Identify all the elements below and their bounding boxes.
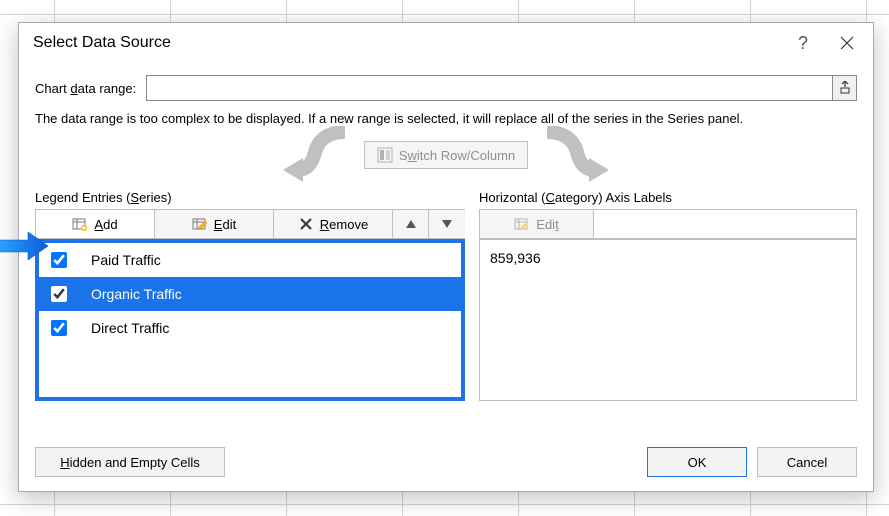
series-checkbox[interactable]: [51, 286, 67, 302]
triangle-up-icon: [406, 220, 416, 228]
edit-series-button[interactable]: Edit: [155, 210, 274, 238]
help-button[interactable]: ?: [781, 28, 825, 58]
axis-labels-label: Horizontal (Category) Axis Labels: [479, 190, 857, 205]
axis-labels-listbox[interactable]: 859,936: [479, 239, 857, 401]
series-checkbox[interactable]: [51, 252, 67, 268]
hidden-empty-cells-button[interactable]: Hidden and Empty Cells: [35, 447, 225, 477]
series-checkbox[interactable]: [51, 320, 67, 336]
remove-icon: [298, 216, 314, 232]
close-icon: [840, 36, 854, 50]
collapse-dialog-icon: [838, 81, 852, 95]
close-button[interactable]: [825, 28, 869, 58]
remove-series-button[interactable]: Remove: [274, 210, 393, 238]
legend-series-item[interactable]: Paid Traffic: [39, 243, 461, 277]
move-down-button[interactable]: [429, 210, 465, 238]
series-label: Paid Traffic: [91, 252, 453, 268]
axis-label-value[interactable]: 859,936: [490, 250, 846, 266]
range-warning-text: The data range is too complex to be disp…: [35, 111, 857, 126]
titlebar: Select Data Source ?: [19, 23, 873, 63]
switch-icon: [377, 147, 393, 163]
edit-axis-labels-button[interactable]: Edit: [480, 210, 594, 238]
dialog-title: Select Data Source: [33, 34, 171, 52]
edit-icon: [192, 216, 208, 232]
legend-entries-label: Legend Entries (Series): [35, 190, 465, 205]
curved-arrow-right-icon: [515, 126, 625, 182]
chart-data-range-input[interactable]: [147, 76, 832, 100]
cancel-button[interactable]: Cancel: [757, 447, 857, 477]
select-data-source-dialog: Select Data Source ? Chart data range: T…: [18, 22, 874, 492]
legend-series-item[interactable]: Direct Traffic: [39, 311, 461, 345]
add-icon: [72, 216, 88, 232]
legend-series-item[interactable]: Organic Traffic: [39, 277, 461, 311]
axis-labels-section: Horizontal (Category) Axis Labels Edit 8…: [479, 190, 857, 425]
series-label: Organic Traffic: [91, 286, 453, 302]
triangle-down-icon: [442, 220, 452, 228]
add-series-button[interactable]: Add: [36, 210, 155, 238]
ok-button[interactable]: OK: [647, 447, 747, 477]
switch-row-column-button[interactable]: Switch Row/Column: [364, 141, 528, 169]
move-up-button[interactable]: [393, 210, 429, 238]
edit-icon: [514, 216, 530, 232]
series-label: Direct Traffic: [91, 320, 453, 336]
chart-data-range-label: Chart data range:: [35, 81, 136, 96]
range-picker-button[interactable]: [832, 76, 856, 100]
curved-arrow-left-icon: [267, 126, 377, 182]
legend-entries-section: Legend Entries (Series) Add Edit: [35, 190, 465, 425]
chart-data-range-field[interactable]: [146, 75, 857, 101]
legend-series-listbox[interactable]: Paid Traffic Organic Traffic Direct Traffi…: [35, 239, 465, 401]
